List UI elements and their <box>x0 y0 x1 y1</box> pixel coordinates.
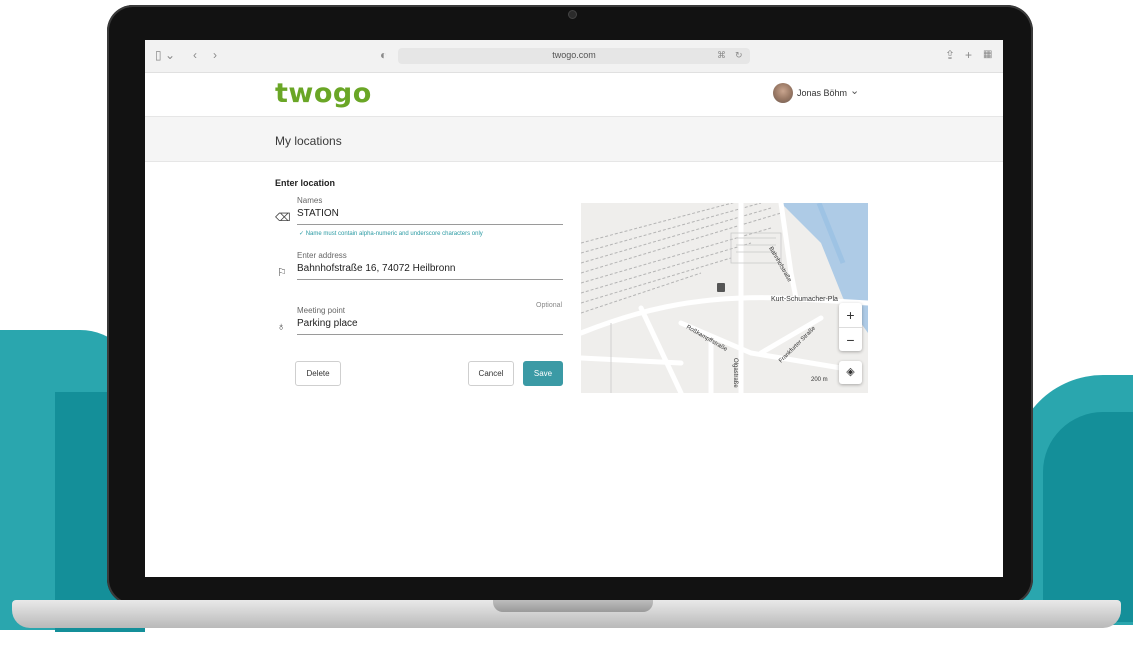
location-pin-icon: ♁ <box>277 321 286 333</box>
page-title: My locations <box>275 134 342 148</box>
app-header: twogo Jonas Böhm ⌄ <box>145 73 1003 115</box>
meeting-point-underline <box>297 334 563 335</box>
zoom-in-button[interactable]: + <box>839 303 862 327</box>
map-tiles: Kurt-Schumacher-Pla Bahnhofstraße Roßkam… <box>581 203 868 393</box>
transit-marker <box>717 283 725 292</box>
cancel-button[interactable]: Cancel <box>468 361 514 386</box>
tab-overview-icon[interactable]: ▦ <box>983 48 992 62</box>
zoom-controls: + − <box>839 303 862 351</box>
privacy-shield-icon[interactable]: ◐ <box>380 48 387 62</box>
twogo-logo[interactable]: twogo <box>275 78 372 109</box>
name-underline <box>297 224 563 225</box>
laptop-notch <box>493 600 653 612</box>
layers-icon[interactable]: ◈ <box>839 361 862 384</box>
sidebar-toggle-icon[interactable]: ▯ ⌄ <box>155 48 175 62</box>
section-title: Enter location <box>275 178 336 188</box>
back-icon[interactable]: ‹ <box>193 48 197 62</box>
delete-button[interactable]: Delete <box>295 361 341 386</box>
background-shape-right-dark <box>1043 412 1133 622</box>
address-bar[interactable]: twogo.com <box>398 48 750 64</box>
name-input[interactable]: STATION <box>297 208 339 219</box>
address-label: Enter address <box>297 251 347 260</box>
reload-icon[interactable]: ↻ <box>735 48 743 62</box>
save-button[interactable]: Save <box>523 361 563 386</box>
map-scale: 200 m <box>811 377 828 383</box>
page-title-bar: My locations <box>145 116 1003 162</box>
meeting-point-label: Meeting point <box>297 306 346 315</box>
map-view[interactable]: Kurt-Schumacher-Pla Bahnhofstraße Roßkam… <box>581 203 868 393</box>
camera-icon <box>568 10 577 19</box>
user-name[interactable]: Jonas Böhm <box>797 88 847 98</box>
optional-label: Optional <box>536 302 563 309</box>
map-street-label: Kurt-Schumacher-Pla <box>771 296 838 303</box>
map-street-label: Olgastraße <box>732 358 738 388</box>
share-icon[interactable]: ⇪ <box>945 48 955 62</box>
browser-toolbar: ▯ ⌄ ‹ › ◐ twogo.com ⌘ ↻ ⇪ + ▦ <box>145 40 1003 73</box>
translate-icon[interactable]: ⌘ <box>717 48 726 62</box>
flag-icon: ⚐ <box>277 267 287 279</box>
address-underline <box>297 279 563 280</box>
new-tab-icon[interactable]: + <box>965 48 972 62</box>
forward-icon[interactable]: › <box>213 48 217 62</box>
laptop-screen: ▯ ⌄ ‹ › ◐ twogo.com ⌘ ↻ ⇪ + ▦ twogo Jona… <box>145 40 1003 577</box>
address-input[interactable]: Bahnhofstraße 16, 74072 Heilbronn <box>297 263 455 274</box>
zoom-out-button[interactable]: − <box>839 327 862 352</box>
tag-icon: ⌫ <box>275 212 291 224</box>
url-text: twogo.com <box>552 50 596 60</box>
chevron-down-icon[interactable]: ⌄ <box>850 84 859 97</box>
meeting-point-input[interactable]: Parking place <box>297 318 358 329</box>
name-label: Names <box>297 196 323 205</box>
avatar[interactable] <box>773 83 793 103</box>
name-hint: ✓ Name must contain alpha-numeric and un… <box>299 231 483 237</box>
